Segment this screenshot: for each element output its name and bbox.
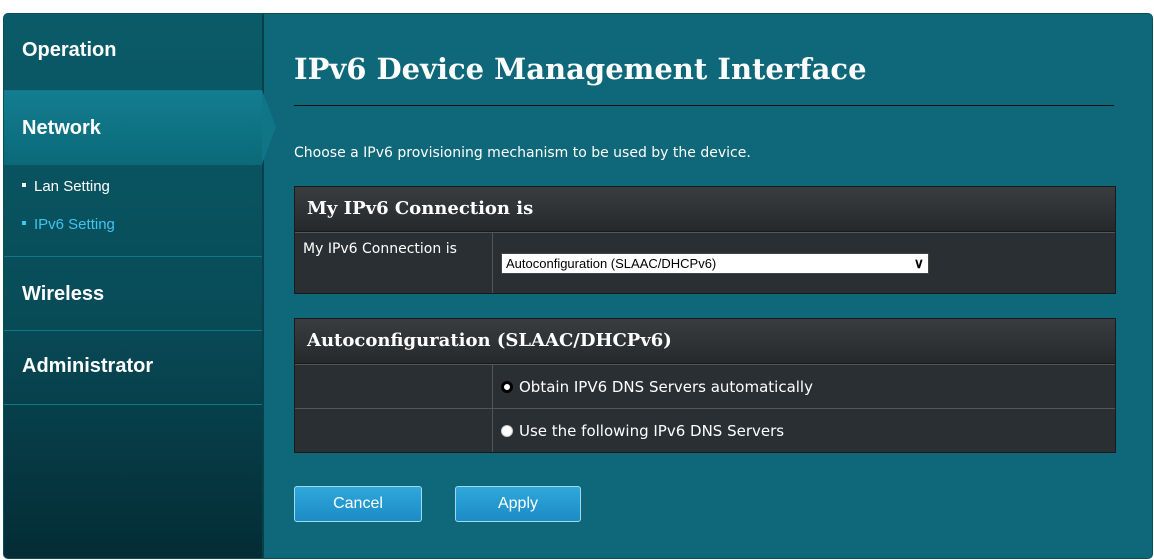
subnav-lan-setting[interactable]: Lan Setting <box>22 178 110 195</box>
dns-auto-radio[interactable] <box>501 380 513 393</box>
dns-manual-radio[interactable] <box>501 424 513 437</box>
cancel-button[interactable]: Cancel <box>294 486 422 522</box>
nav-divider <box>4 256 262 257</box>
dns-manual-row: Use the following IPv6 DNS Servers <box>295 408 1115 452</box>
dns-manual-cell[interactable]: Use the following IPv6 DNS Servers <box>493 409 1115 452</box>
connection-label: My IPv6 Connection is <box>295 233 493 293</box>
bullet-icon <box>22 221 26 226</box>
chevron-down-icon: ∨ <box>913 254 924 271</box>
dns-auto-cell[interactable]: Obtain IPV6 DNS Servers automatically <box>493 365 1115 408</box>
sidebar: Operation Network Lan Setting IPv6 Setti… <box>4 14 264 558</box>
autoconfig-panel-header: Autoconfiguration (SLAAC/DHCPv6) <box>295 319 1115 364</box>
nav-administrator[interactable]: Administrator <box>22 355 153 378</box>
connection-panel: My IPv6 Connection is My IPv6 Connection… <box>294 186 1116 294</box>
nav-wireless[interactable]: Wireless <box>22 283 104 306</box>
connection-panel-header: My IPv6 Connection is <box>295 187 1115 232</box>
empty-label-cell <box>295 365 493 408</box>
page-description: Choose a IPv6 provisioning mechanism to … <box>294 145 751 161</box>
page-title: IPv6 Device Management Interface <box>294 52 867 86</box>
nav-operation[interactable]: Operation <box>22 39 116 62</box>
dns-manual-label: Use the following IPv6 DNS Servers <box>519 421 785 440</box>
subnav-lan-setting-label: Lan Setting <box>34 178 110 195</box>
app-frame: Operation Network Lan Setting IPv6 Setti… <box>4 14 1152 558</box>
connection-row: My IPv6 Connection is Autoconfiguration … <box>295 232 1115 293</box>
dns-auto-row: Obtain IPV6 DNS Servers automatically <box>295 364 1115 408</box>
nav-active-arrow-icon <box>262 90 276 164</box>
bullet-icon <box>22 183 26 188</box>
apply-button[interactable]: Apply <box>455 486 581 522</box>
connection-value-cell: Autoconfiguration (SLAAC/DHCPv6) ∨ <box>493 233 1115 293</box>
subnav-ipv6-setting[interactable]: IPv6 Setting <box>22 216 115 233</box>
title-divider <box>294 105 1114 106</box>
dns-auto-label: Obtain IPV6 DNS Servers automatically <box>519 377 813 396</box>
nav-network[interactable]: Network <box>22 117 101 140</box>
nav-divider <box>4 90 262 91</box>
autoconfig-panel: Autoconfiguration (SLAAC/DHCPv6) Obtain … <box>294 318 1116 453</box>
nav-divider <box>4 404 262 405</box>
connection-type-selected: Autoconfiguration (SLAAC/DHCPv6) <box>506 255 717 271</box>
subnav-ipv6-setting-label: IPv6 Setting <box>34 216 115 233</box>
nav-divider <box>4 330 262 331</box>
empty-label-cell <box>295 409 493 452</box>
connection-type-select[interactable]: Autoconfiguration (SLAAC/DHCPv6) ∨ <box>501 252 929 274</box>
